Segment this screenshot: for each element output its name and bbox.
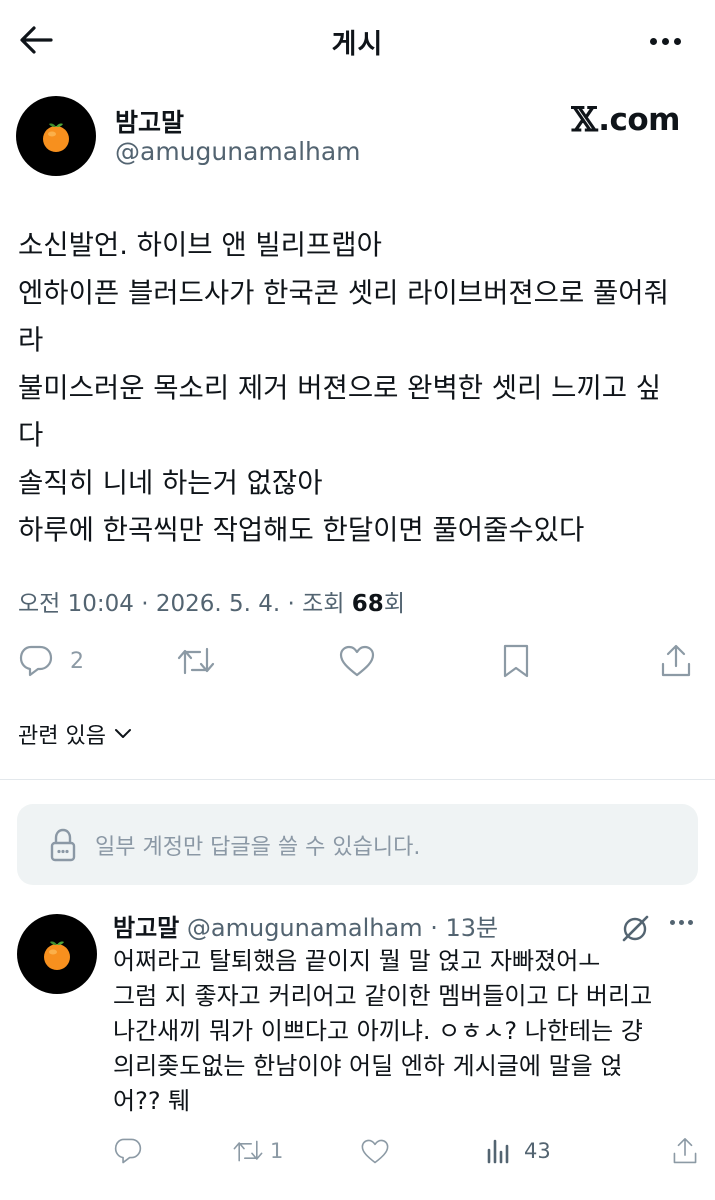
post-text: 소신발언. 하이브 앤 빌리프랩아 엔하이픈 블러드사가 한국콘 셋리 라이브버…: [18, 222, 708, 555]
reply-icon: [114, 1138, 142, 1164]
x-logo-icon: 𝕏: [571, 100, 598, 140]
reply-line: 그럼 지 좋자고 커리어고 같이한 멤버들이고 다 버리고: [113, 982, 653, 1010]
grok-button[interactable]: [620, 912, 652, 944]
more-horizontal-icon: [649, 37, 657, 45]
reply-count: 2: [70, 648, 84, 674]
share-button[interactable]: [660, 636, 692, 686]
reply-views-button[interactable]: 43: [486, 1131, 551, 1171]
like-button[interactable]: [338, 636, 376, 686]
more-horizontal-icon: [670, 920, 675, 925]
related-label: 관련 있음: [18, 724, 106, 749]
avatar[interactable]: [16, 96, 96, 176]
post-meta: 오전 10:04 · 2026. 5. 4. · 조회 68회: [18, 591, 405, 617]
reply-author-name[interactable]: 밤고말: [113, 914, 179, 942]
reply-repost-count: 1: [270, 1139, 284, 1163]
page-title: 게시: [331, 29, 384, 60]
reply-button[interactable]: 2: [18, 636, 84, 686]
more-button[interactable]: [643, 26, 687, 56]
repost-icon: [177, 647, 215, 675]
tangerine-icon: [44, 941, 70, 970]
views-count: 68: [351, 591, 384, 617]
author-handle[interactable]: @amugunamalham: [115, 137, 361, 166]
reply-more-button[interactable]: [668, 920, 695, 925]
post-line: 불미스러운 목소리 제거 버젼으로 완벽한 셋리 느끼고 싶: [18, 371, 662, 404]
reply-line: 나간새끼 뭐가 이쁘다고 아끼냐. ㅇㅎㅅ? 나한테는 걍: [113, 1017, 643, 1045]
author-name[interactable]: 밤고말: [115, 103, 184, 139]
reply-text: 어쩌라고 탈퇴했음 끝이지 뭘 말 얹고 자빠졌어ㅗ 그럼 지 좋자고 커리어고…: [113, 944, 713, 1119]
post-line: 소신발언. 하이브 앤 빌리프랩아: [18, 229, 382, 261]
top-bar: 게시: [0, 0, 715, 80]
heart-icon: [361, 1139, 389, 1163]
lock-icon: [50, 828, 76, 861]
heart-icon: [339, 645, 375, 677]
reply-line: 의리좆도없는 한남이야 어딜 엔하 게시글에 말을 얹: [113, 1052, 623, 1080]
bookmark-button[interactable]: [500, 636, 532, 686]
divider: [0, 779, 715, 780]
reply-header: 밤고말 @amugunamalham · 13분: [113, 914, 499, 942]
post-line: 다: [18, 419, 44, 451]
reply-line: 어쩌라고 탈퇴했음 끝이지 뭘 말 얹고 자빠졌어ㅗ: [113, 947, 601, 975]
share-icon: [661, 644, 691, 677]
views-unit: 회: [383, 591, 405, 617]
reply-time[interactable]: 13분: [446, 914, 499, 942]
reply-share-button[interactable]: [672, 1131, 698, 1171]
post-line: 라: [18, 324, 44, 356]
repost-button[interactable]: [176, 636, 216, 686]
reply-restriction-text: 일부 계정만 답글을 쓸 수 있습니다.: [95, 834, 421, 860]
post-date[interactable]: 2026. 5. 4.: [156, 591, 280, 617]
x-com-logo-text: .com: [598, 102, 680, 138]
reply-line: 어?? 퉤: [113, 1087, 191, 1115]
post-action-bar: 2: [0, 636, 715, 686]
bookmark-icon: [503, 644, 529, 678]
reply-avatar[interactable]: [17, 914, 97, 994]
post-line: 솔직히 니네 하는거 없잖아: [18, 466, 323, 499]
reply-reply-button[interactable]: [113, 1131, 143, 1171]
x-com-logo[interactable]: 𝕏 .com: [571, 100, 680, 140]
repost-icon: [233, 1140, 263, 1162]
reply-restriction-notice: 일부 계정만 답글을 쓸 수 있습니다.: [17, 804, 698, 885]
reply-views-count: 43: [524, 1139, 551, 1163]
share-icon: [673, 1138, 697, 1164]
reply-action-bar: 1 43: [0, 1131, 715, 1171]
reply-like-button[interactable]: [360, 1131, 390, 1171]
post-line: 엔하이픈 블러드사가 한국콘 셋리 라이브버젼으로 풀어줘: [18, 276, 669, 309]
reply-repost-button[interactable]: 1: [232, 1131, 283, 1171]
views-label: 조회: [302, 591, 345, 617]
chevron-down-icon: [114, 729, 131, 738]
reply-icon: [19, 645, 53, 677]
tangerine-icon: [43, 123, 69, 152]
reply-author-handle[interactable]: @amugunamalham: [187, 914, 423, 942]
grok-icon: [622, 915, 649, 942]
post-time[interactable]: 오전 10:04: [18, 591, 134, 617]
related-dropdown[interactable]: 관련 있음: [18, 718, 132, 750]
post-line: 하루에 한곡씩만 작업해도 한달이면 풀어줄수있다: [18, 514, 585, 546]
bar-chart-icon: [487, 1139, 509, 1164]
